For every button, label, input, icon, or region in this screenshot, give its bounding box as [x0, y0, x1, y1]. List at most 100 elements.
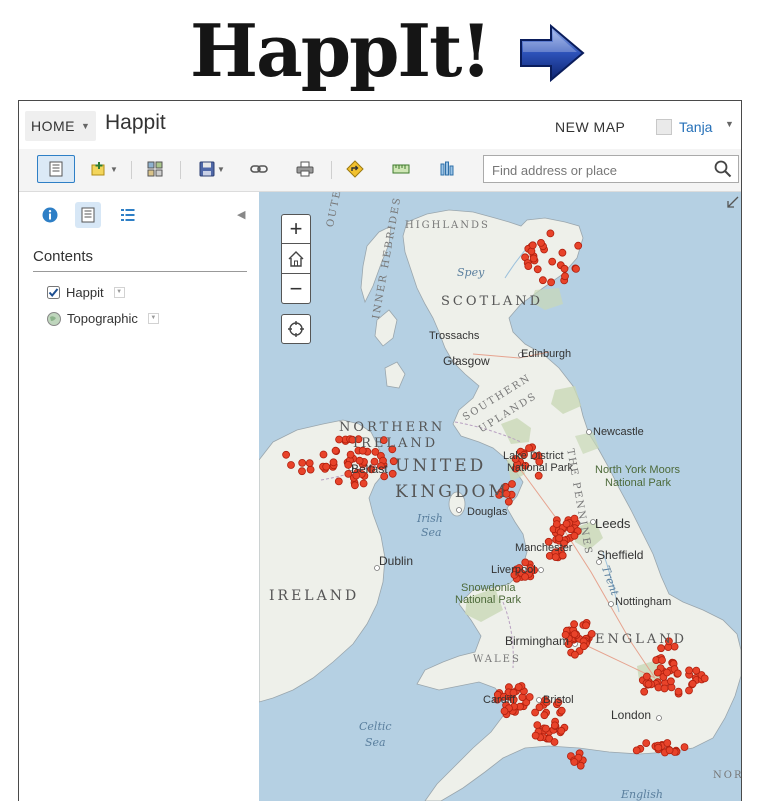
happit-point-marker[interactable] — [524, 262, 533, 270]
search-input[interactable] — [490, 160, 704, 180]
happit-point-marker[interactable] — [557, 706, 566, 715]
add-button[interactable]: ▼ — [87, 155, 121, 183]
happit-point-marker[interactable] — [658, 656, 666, 665]
happit-point-marker[interactable] — [574, 241, 583, 250]
happit-point-marker[interactable] — [319, 450, 328, 459]
share-button[interactable] — [245, 155, 273, 183]
happit-point-marker[interactable] — [640, 687, 649, 696]
save-button[interactable]: ▼ — [195, 155, 229, 183]
happit-point-marker[interactable] — [334, 477, 343, 486]
happit-point-marker[interactable] — [660, 684, 669, 693]
legend-tab[interactable] — [115, 202, 141, 228]
happit-point-marker[interactable] — [685, 666, 694, 675]
layer-item-topographic[interactable]: Topographic ▼ — [47, 311, 159, 326]
happit-point-marker[interactable] — [335, 435, 343, 444]
happit-point-marker[interactable] — [558, 248, 567, 257]
chevron-down-icon[interactable]: ▼ — [725, 119, 734, 129]
layer-options-icon[interactable]: ▼ — [147, 313, 159, 324]
happit-point-marker[interactable] — [528, 241, 537, 250]
directions-button[interactable] — [341, 155, 369, 183]
happit-point-marker[interactable] — [538, 276, 547, 285]
happit-point-marker[interactable] — [359, 479, 368, 488]
happit-point-marker[interactable] — [666, 677, 675, 686]
happit-point-marker[interactable] — [570, 650, 579, 659]
zoom-in-button[interactable]: + — [281, 214, 311, 244]
new-map-link[interactable]: NEW MAP — [555, 119, 625, 135]
happit-point-marker[interactable] — [547, 278, 556, 287]
locate-button[interactable] — [281, 314, 311, 344]
happit-point-marker[interactable] — [644, 680, 653, 689]
map-view[interactable]: HIGHLANDS OUTER HEBRIDES INNER HEBRIDES … — [259, 192, 741, 801]
happit-point-marker[interactable] — [642, 739, 651, 747]
happit-point-marker[interactable] — [533, 265, 542, 274]
basemap-button[interactable] — [141, 155, 169, 183]
happit-point-marker[interactable] — [674, 687, 683, 696]
user-avatar[interactable] — [656, 119, 672, 135]
home-extent-button[interactable] — [281, 244, 311, 274]
measure-button[interactable] — [387, 155, 415, 183]
happit-point-marker[interactable] — [531, 708, 540, 717]
happit-point-marker[interactable] — [570, 620, 579, 629]
happit-point-marker[interactable] — [665, 746, 674, 755]
happit-point-marker[interactable] — [306, 465, 315, 474]
home-menu-button[interactable]: HOME ▼ — [25, 111, 97, 141]
happit-point-marker[interactable] — [560, 264, 569, 273]
happit-point-marker[interactable] — [685, 686, 693, 695]
happit-point-marker[interactable] — [582, 621, 590, 630]
happit-point-marker[interactable] — [680, 743, 689, 751]
happit-point-marker[interactable] — [533, 721, 542, 729]
collapse-panel-icon[interactable]: ◀ — [237, 208, 245, 221]
layer-item-happit[interactable]: Happit ▼ — [47, 285, 125, 300]
happit-point-marker[interactable] — [500, 707, 509, 715]
bookmarks-button[interactable] — [433, 155, 461, 183]
happit-point-marker[interactable] — [557, 726, 566, 735]
details-button[interactable] — [37, 155, 75, 183]
happit-point-marker[interactable] — [673, 669, 682, 678]
happit-point-marker[interactable] — [546, 229, 555, 238]
happit-point-marker[interactable] — [508, 480, 516, 488]
happit-point-marker[interactable] — [298, 467, 306, 476]
happit-point-marker[interactable] — [642, 672, 651, 681]
print-button[interactable] — [291, 155, 319, 183]
user-name-link[interactable]: Tanja — [679, 119, 712, 135]
address-search-box[interactable] — [483, 155, 739, 183]
happit-point-marker[interactable] — [282, 450, 291, 459]
happit-point-marker[interactable] — [331, 446, 340, 455]
happit-point-marker[interactable] — [632, 746, 641, 755]
happit-point-marker[interactable] — [305, 459, 314, 468]
about-tab[interactable] — [37, 202, 63, 228]
contents-tab[interactable] — [75, 202, 101, 228]
happit-point-marker[interactable] — [514, 683, 523, 692]
expand-icon[interactable] — [727, 196, 739, 208]
arrow-right-icon[interactable] — [517, 22, 587, 84]
happit-point-marker[interactable] — [579, 642, 588, 651]
happit-point-marker[interactable] — [548, 257, 557, 266]
happit-point-marker[interactable] — [562, 519, 571, 528]
happit-point-marker[interactable] — [529, 254, 538, 263]
happit-point-marker[interactable] — [688, 679, 697, 688]
happit-point-marker[interactable] — [561, 272, 569, 281]
zoom-out-button[interactable]: − — [281, 274, 311, 304]
happit-point-marker[interactable] — [287, 461, 295, 469]
happit-point-marker[interactable] — [329, 458, 338, 467]
happit-point-marker[interactable] — [531, 731, 540, 740]
happit-point-marker[interactable] — [550, 721, 559, 730]
happit-point-marker[interactable] — [663, 739, 672, 747]
happit-point-marker[interactable] — [576, 761, 585, 770]
happit-point-marker[interactable] — [351, 481, 359, 490]
happit-point-marker[interactable] — [700, 674, 709, 683]
layer-options-icon[interactable]: ▼ — [113, 287, 125, 298]
happit-point-marker[interactable] — [570, 531, 579, 540]
happit-point-marker[interactable] — [322, 462, 331, 471]
happit-point-marker[interactable] — [298, 458, 307, 467]
happit-point-marker[interactable] — [654, 743, 663, 752]
search-icon[interactable] — [714, 160, 732, 178]
checkbox-checked-icon[interactable] — [47, 286, 60, 299]
happit-point-marker[interactable] — [572, 265, 580, 273]
happit-point-marker[interactable] — [550, 738, 559, 746]
happit-point-marker[interactable] — [663, 668, 671, 677]
happit-point-marker[interactable] — [692, 666, 701, 675]
happit-point-marker[interactable] — [541, 724, 550, 733]
happit-point-marker[interactable] — [570, 758, 579, 766]
happit-point-marker[interactable] — [346, 450, 355, 459]
